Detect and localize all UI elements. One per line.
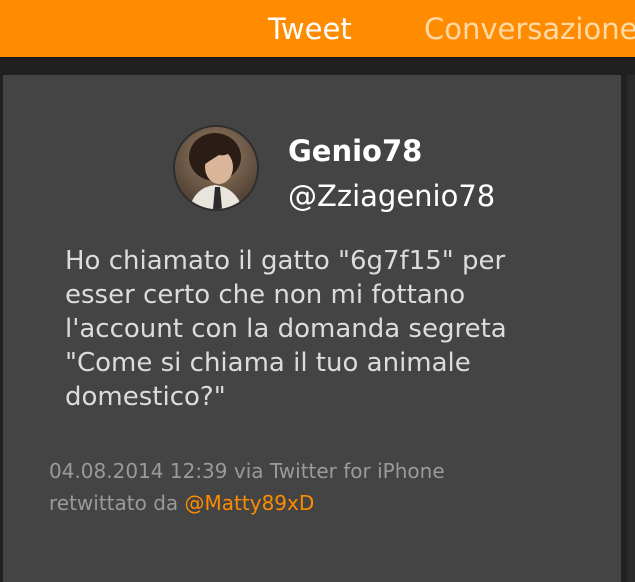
tab-bar-shadow <box>0 57 635 60</box>
tweet-text-line: Ho chiamato il gatto "6g7f15" per <box>65 246 506 276</box>
avatar-photo-icon <box>175 127 257 209</box>
retweeted-by-label: retwittato da <box>49 491 179 515</box>
tab-tweet[interactable]: Tweet <box>268 10 352 48</box>
tweet-meta: 04.08.2014 12:39 via Twitter for iPhone … <box>49 455 445 519</box>
timestamp-source: 04.08.2014 12:39 via Twitter for iPhone <box>49 459 445 483</box>
tab-conversazione[interactable]: Conversazione <box>424 10 635 48</box>
author-name[interactable]: Genio78 <box>288 133 422 169</box>
card-right-edge <box>627 75 635 582</box>
tweet-text: Ho chiamato il gatto "6g7f15" per esser … <box>65 244 585 414</box>
tweet-text-line: "Come si chiama il tuo animale <box>65 348 471 378</box>
tweet-text-line: esser certo che non mi fottano <box>65 280 466 310</box>
top-tab-bar: Tweet Conversazione <box>0 0 635 57</box>
retweet-info: retwittato da @Matty89xD <box>49 487 445 519</box>
author-handle[interactable]: @Zziagenio78 <box>288 178 495 214</box>
tweet-text-line: domestico?" <box>65 382 226 412</box>
avatar[interactable] <box>173 125 259 211</box>
tweet-text-line: l'account con la domanda segreta <box>65 314 507 344</box>
retweeter-link[interactable]: @Matty89xD <box>185 491 315 515</box>
tweet-card: Genio78 @Zziagenio78 Ho chiamato il gatt… <box>3 75 621 582</box>
